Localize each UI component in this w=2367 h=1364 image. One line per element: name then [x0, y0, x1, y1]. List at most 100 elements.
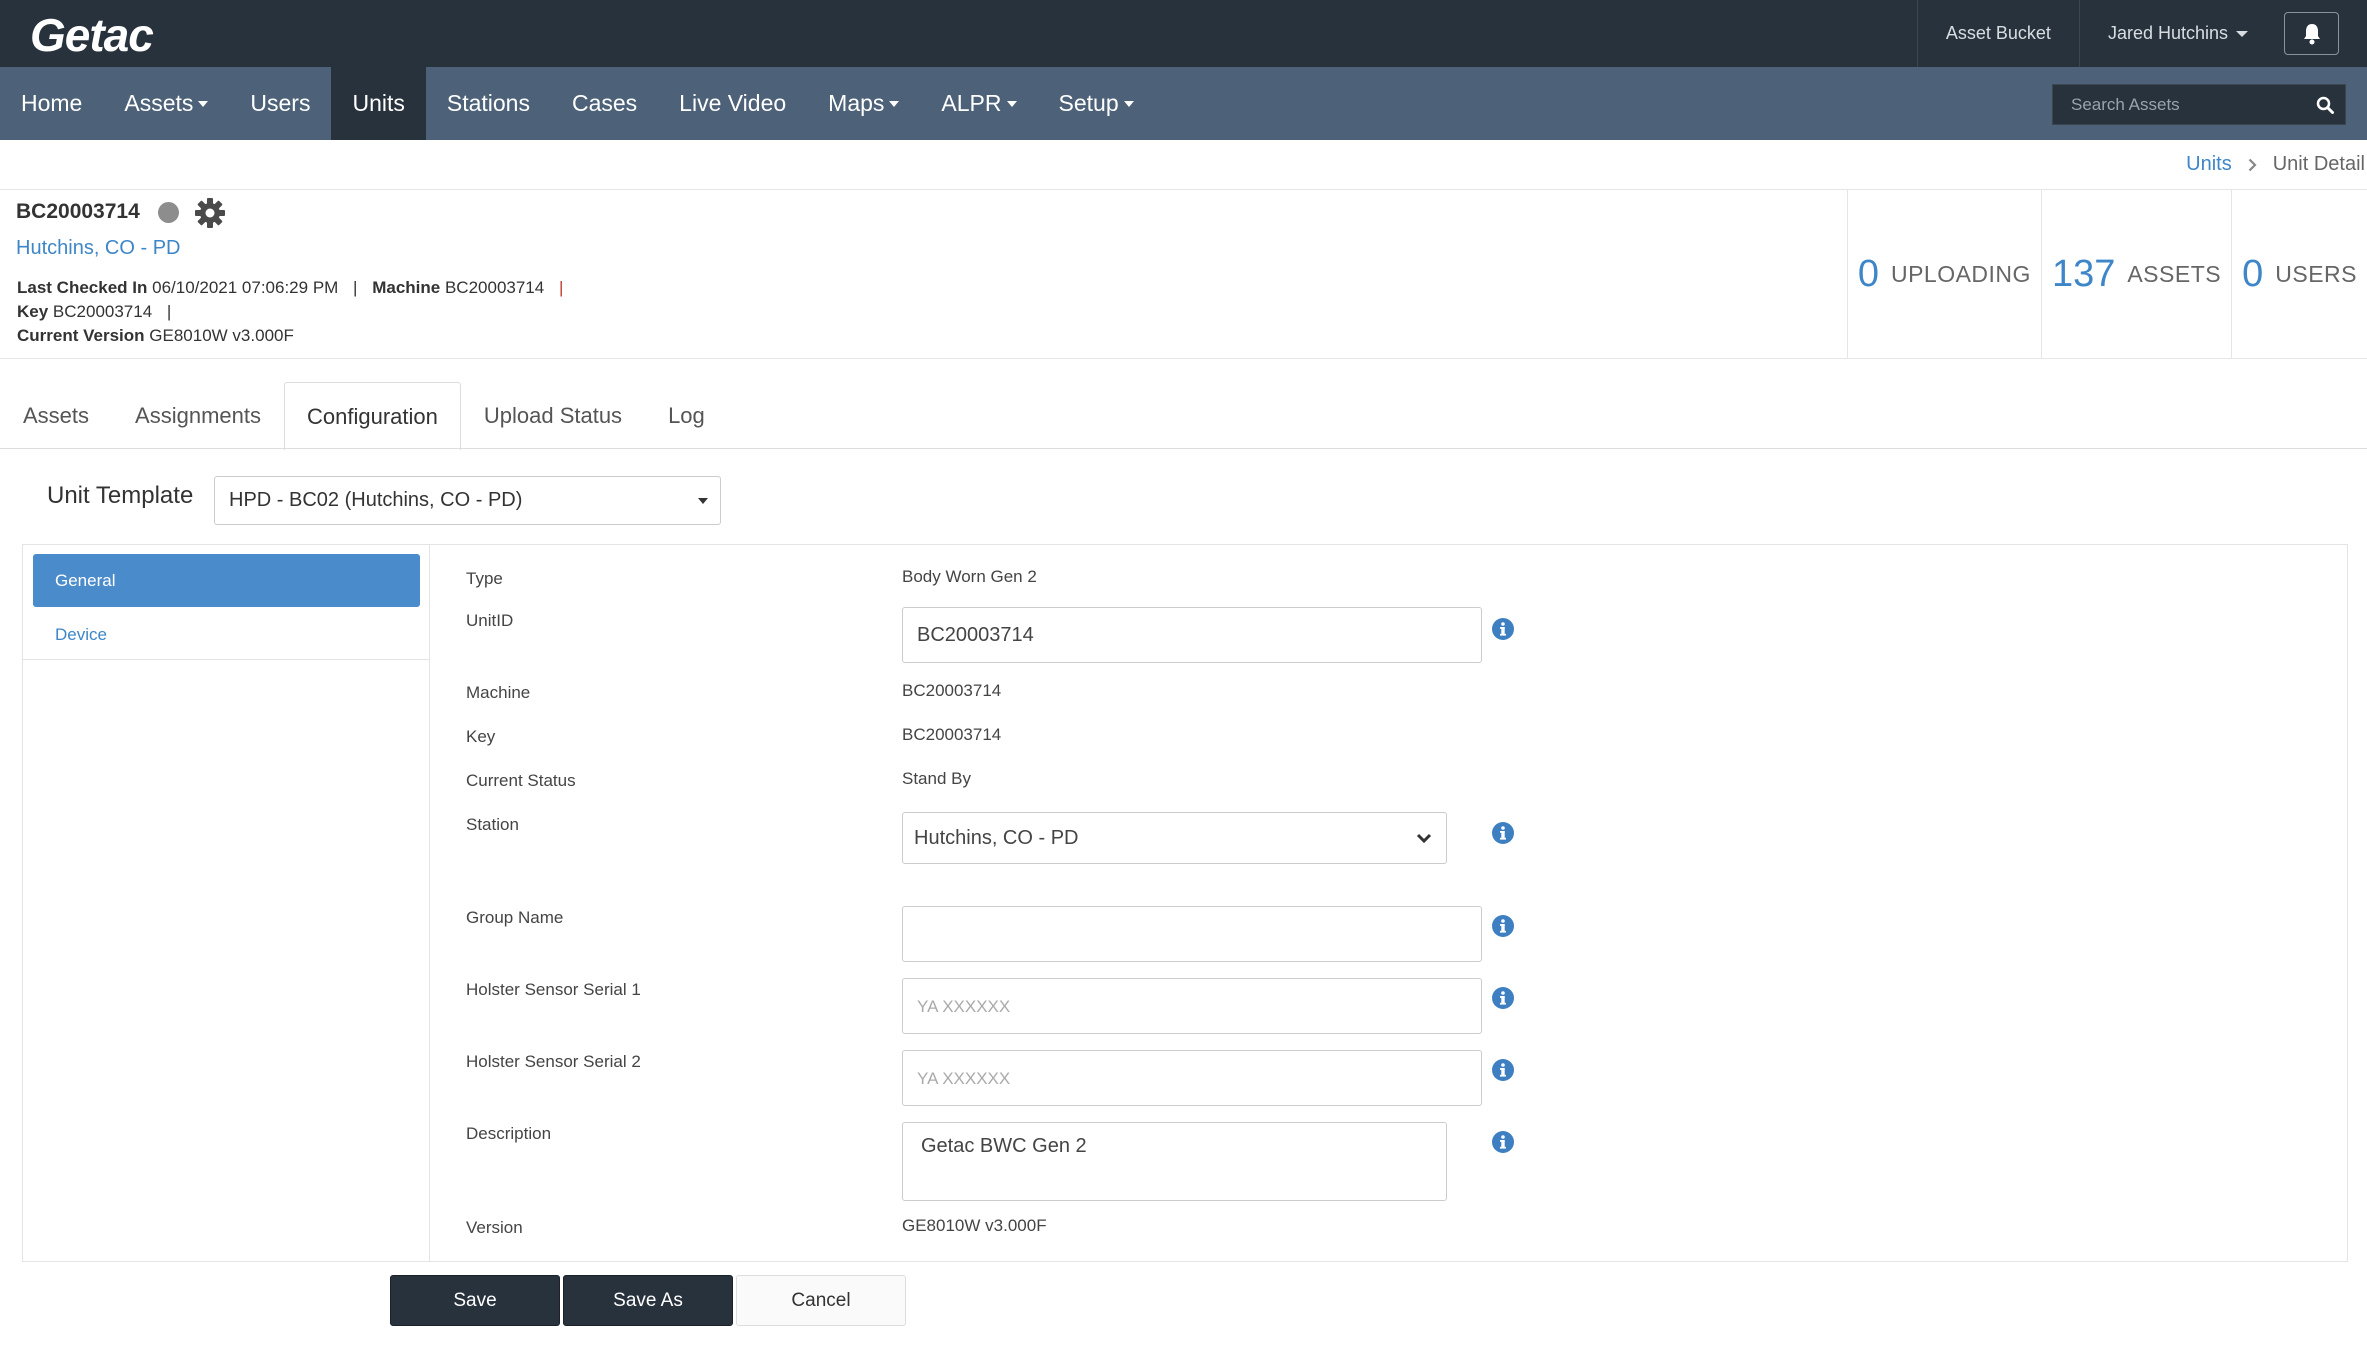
unitid-label: UnitID — [466, 611, 514, 630]
stat-label: UPLOADING — [1890, 260, 2031, 287]
top-right-controls: Asset Bucket Jared Hutchins — [1916, 0, 2367, 67]
tab-assets[interactable]: Assets — [0, 382, 112, 449]
stat-uploading[interactable]: 0 UPLOADING — [1846, 189, 2041, 359]
search-assets-box — [2052, 84, 2346, 125]
nav-item-users[interactable]: Users — [229, 67, 331, 140]
nav-item-label: Stations — [446, 90, 530, 116]
current-status-value: Stand By — [902, 769, 971, 788]
info-icon[interactable] — [1492, 1131, 1514, 1153]
top-bar: Getac Asset Bucket Jared Hutchins — [0, 0, 2367, 67]
separator: | — [166, 302, 172, 321]
nav-item-cases[interactable]: Cases — [551, 67, 658, 140]
current-status-label: Current Status — [466, 771, 576, 790]
unit-stats: 0 UPLOADING 137 ASSETS 0 USERS — [1846, 189, 2367, 359]
nav-item-label: Units — [352, 90, 405, 116]
breadcrumb-current: Unit Detail — [2272, 153, 2365, 175]
main-nav: Home Assets Users Units Stations Cases Live Vi… — [0, 67, 2367, 140]
unitid-input[interactable] — [902, 607, 1482, 663]
station-label: Station — [466, 815, 519, 834]
nav-item-assets[interactable]: Assets — [103, 67, 229, 140]
holster-sensor-serial-1-input[interactable] — [902, 978, 1482, 1034]
notifications-button[interactable] — [2284, 12, 2339, 55]
group-name-input[interactable] — [902, 906, 1482, 962]
type-label: Type — [466, 569, 503, 588]
nav-item-label: Maps — [828, 90, 885, 116]
meta-line-1: Last Checked In 06/10/2021 07:06:29 PM |… — [17, 278, 573, 298]
current-version-value: GE8010W v3.000F — [149, 326, 294, 345]
nav-item-label: Users — [250, 90, 311, 116]
bell-icon — [2303, 23, 2320, 44]
section-device[interactable]: Device — [33, 608, 420, 661]
chevron-down-icon — [1416, 833, 1432, 844]
nav-item-label: Live Video — [679, 90, 787, 116]
tabs-underline — [0, 448, 2367, 449]
breadcrumb-units-link[interactable]: Units — [2186, 153, 2232, 176]
status-dot — [158, 202, 179, 223]
info-icon[interactable] — [1492, 987, 1514, 1009]
nav-item-label: ALPR — [941, 90, 1002, 116]
key-label: Key — [466, 727, 496, 746]
nav-item-maps[interactable]: Maps — [807, 67, 920, 140]
machine-value: BC20003714 — [444, 278, 545, 297]
nav-item-live-video[interactable]: Live Video — [658, 67, 807, 140]
save-button[interactable]: Save — [390, 1275, 560, 1326]
search-assets-input[interactable] — [2053, 85, 2305, 124]
type-value: Body Worn Gen 2 — [902, 567, 1037, 586]
info-icon[interactable] — [1492, 822, 1514, 844]
unit-template-value: HPD - BC02 (Hutchins, CO - PD) — [229, 489, 523, 511]
nav-item-label: Assets — [124, 90, 194, 116]
asset-bucket-label: Asset Bucket — [1945, 23, 2051, 43]
unit-settings-button[interactable] — [194, 197, 226, 229]
stat-count: 137 — [2051, 252, 2116, 295]
description-textarea[interactable]: Getac BWC Gen 2 — [902, 1122, 1447, 1201]
stat-assets[interactable]: 137 ASSETS — [2040, 189, 2231, 359]
stat-count: 0 — [2242, 252, 2264, 295]
caret-down-icon — [1006, 100, 1017, 107]
stat-count: 0 — [1857, 252, 1879, 295]
stat-label: USERS — [2275, 260, 2357, 287]
meta-line-2: Key BC20003714 | — [17, 302, 181, 322]
search-icon — [2316, 96, 2334, 114]
caret-down-icon — [198, 100, 209, 107]
save-as-button[interactable]: Save As — [563, 1275, 733, 1326]
machine-label: Machine — [466, 683, 531, 702]
info-icon[interactable] — [1492, 1059, 1514, 1081]
stat-users[interactable]: 0 USERS — [2231, 189, 2367, 359]
chevron-right-icon — [2248, 158, 2257, 172]
tab-upload-status[interactable]: Upload Status — [461, 382, 645, 449]
group-name-label: Group Name — [466, 908, 564, 927]
machine-value: BC20003714 — [902, 681, 1002, 700]
separator: | — [353, 278, 358, 297]
divider — [23, 659, 430, 660]
tab-log[interactable]: Log — [645, 382, 728, 449]
last-checked-in-value: 06/10/2021 07:06:29 PM — [152, 278, 339, 297]
holster-sensor-serial-1-label: Holster Sensor Serial 1 — [466, 980, 641, 999]
nav-item-label: Setup — [1058, 90, 1119, 116]
section-general[interactable]: General — [33, 554, 420, 607]
nav-item-stations[interactable]: Stations — [426, 67, 551, 140]
holster-sensor-serial-2-label: Holster Sensor Serial 2 — [466, 1052, 641, 1071]
holster-sensor-serial-2-input[interactable] — [902, 1050, 1482, 1106]
tab-configuration[interactable]: Configuration — [283, 382, 461, 450]
nav-item-units[interactable]: Units — [331, 67, 426, 140]
user-menu[interactable]: Jared Hutchins — [2078, 0, 2276, 67]
info-icon[interactable] — [1492, 618, 1514, 640]
nav-item-home[interactable]: Home — [0, 67, 103, 140]
station-select[interactable]: Hutchins, CO - PD — [902, 812, 1447, 864]
unit-title: BC20003714 — [16, 200, 140, 223]
nav-item-label: Cases — [571, 90, 638, 116]
nav-item-alpr[interactable]: ALPR — [920, 67, 1037, 140]
cancel-button[interactable]: Cancel — [736, 1275, 906, 1326]
separator: | — [558, 278, 564, 297]
search-button[interactable] — [2305, 85, 2345, 124]
caret-down-icon — [2236, 30, 2248, 37]
info-icon[interactable] — [1492, 915, 1514, 937]
nav-item-label: Home — [21, 90, 83, 116]
unit-station-link[interactable]: Hutchins, CO - PD — [16, 237, 180, 260]
asset-bucket-link[interactable]: Asset Bucket — [1916, 0, 2079, 67]
tab-assignments[interactable]: Assignments — [112, 382, 284, 449]
nav-item-setup[interactable]: Setup — [1038, 67, 1155, 140]
breadcrumb: Units Unit Detail — [2186, 153, 2367, 176]
unit-template-select[interactable]: HPD - BC02 (Hutchins, CO - PD) — [214, 476, 721, 525]
getac-logo[interactable]: Getac — [30, 8, 154, 62]
